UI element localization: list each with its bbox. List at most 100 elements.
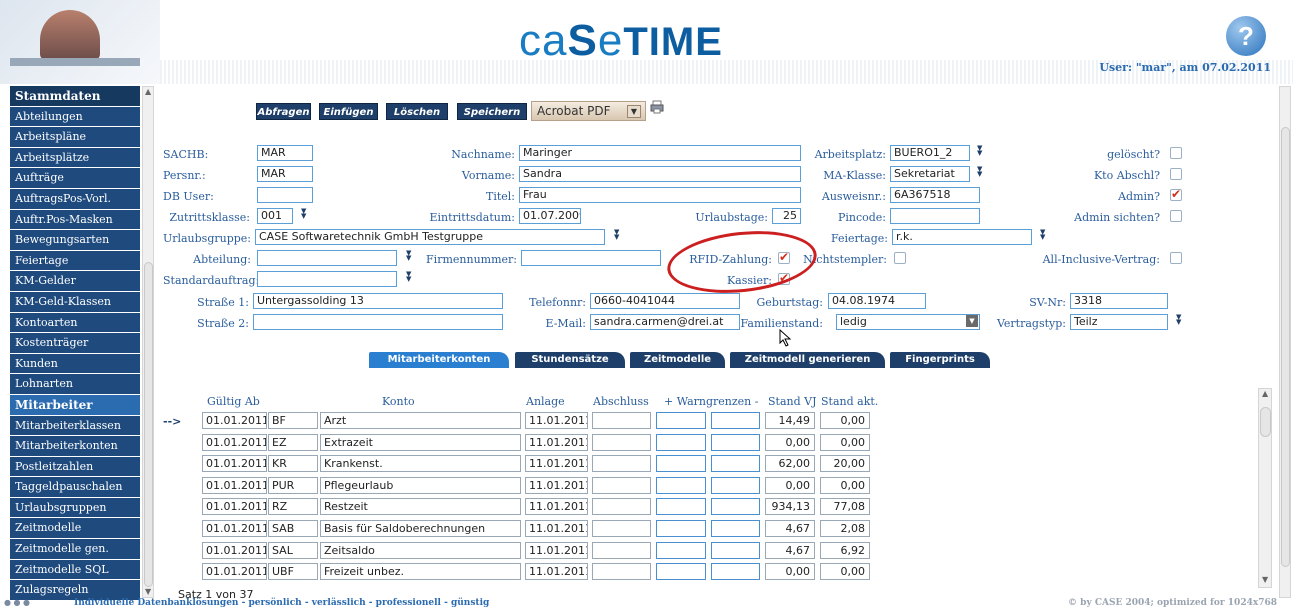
svnr-field[interactable]: 3318	[1070, 293, 1168, 309]
sidebar-item[interactable]: Zeitmodelle SQL	[10, 559, 140, 581]
sidebar-item[interactable]: KM-Gelder	[10, 271, 140, 292]
sidebar-item[interactable]: Kostenträger	[10, 333, 140, 354]
feiertage-field[interactable]: r.k.	[892, 229, 1032, 245]
loeschen-button[interactable]: Löschen	[386, 103, 448, 120]
konto-name-cell[interactable]: Pflegeurlaub	[320, 476, 521, 494]
konto-name-cell[interactable]: Krankenst.	[320, 455, 521, 473]
tab-stundens-tze[interactable]: Stundensätze	[515, 352, 625, 368]
pincode-field[interactable]	[890, 208, 980, 224]
abschluss-cell[interactable]	[592, 498, 651, 516]
vorname-field[interactable]: Sandra	[519, 166, 801, 182]
page-scroll-thumb[interactable]	[1281, 127, 1290, 567]
dbuser-field[interactable]	[257, 187, 313, 203]
zutritt-dropdown-icon[interactable]: ▼ ▼	[301, 208, 306, 220]
familienstand-field[interactable]: ledig	[836, 314, 980, 330]
anlage-cell[interactable]: 11.01.2011	[525, 541, 588, 559]
sidebar-item[interactable]: Abteilungen	[10, 106, 140, 128]
warngrenze-plus-cell[interactable]	[656, 520, 706, 537]
urlaubsgruppe-dropdown-icon[interactable]: ▼ ▼	[614, 229, 619, 241]
warngrenze-plus-cell[interactable]	[656, 412, 706, 429]
konto-code-cell[interactable]: PUR	[268, 476, 318, 494]
sidebar-item[interactable]: Auftr.Pos-Masken	[10, 209, 140, 231]
scroll-down-arrow-icon[interactable]: ▼	[145, 587, 151, 596]
maklasse-field[interactable]: Sekretariat	[890, 166, 970, 182]
anlage-cell[interactable]: 11.01.2011	[525, 563, 588, 581]
abschluss-cell[interactable]	[592, 433, 651, 451]
anlage-cell[interactable]: 11.01.2011	[525, 455, 588, 473]
einfuegen-button[interactable]: Einfügen	[319, 103, 378, 120]
konto-code-cell[interactable]: RZ	[268, 498, 318, 516]
abfragen-button[interactable]: Abfragen	[256, 103, 311, 120]
sidebar-item[interactable]: Bewegungsarten	[10, 230, 140, 251]
nachname-field[interactable]: Maringer	[519, 145, 801, 161]
anlage-cell[interactable]: 11.01.2011	[525, 412, 588, 429]
arbeitsplatz-dropdown-icon[interactable]: ▼ ▼	[977, 145, 982, 157]
anlage-cell[interactable]: 11.01.2011	[525, 476, 588, 494]
warngrenze-minus-cell[interactable]	[711, 498, 760, 516]
warngrenze-minus-cell[interactable]	[711, 476, 760, 494]
page-scrollbar[interactable]	[1279, 86, 1291, 598]
abschluss-cell[interactable]	[592, 563, 651, 581]
sidebar-item[interactable]: Mitarbeiterklassen	[10, 415, 140, 437]
gueltig-ab-cell[interactable]: 01.01.2011	[202, 412, 267, 429]
gueltig-ab-cell[interactable]: 01.01.2011	[202, 563, 267, 581]
konto-code-cell[interactable]: BF	[268, 412, 318, 429]
titel-field[interactable]: Frau	[519, 187, 801, 203]
sidebar-item[interactable]: Taggeldpauschalen	[10, 477, 140, 498]
warngrenze-minus-cell[interactable]	[711, 455, 760, 473]
sidebar-item[interactable]: Zeitmodelle	[10, 518, 140, 540]
urlaubsgruppe-field[interactable]: CASE Softwaretechnik GmbH Testgruppe	[255, 229, 605, 245]
tab-mitarbeiterkonten[interactable]: Mitarbeiterkonten	[369, 352, 509, 368]
konto-name-cell[interactable]: Extrazeit	[320, 433, 521, 451]
help-icon[interactable]: ?	[1226, 16, 1266, 56]
sidebar-item[interactable]: Mitarbeiterkonten	[10, 436, 140, 457]
warngrenze-plus-cell[interactable]	[656, 563, 706, 581]
nichtstempler-checkbox[interactable]	[894, 252, 906, 264]
warngrenze-minus-cell[interactable]	[711, 541, 760, 559]
warngrenze-minus-cell[interactable]	[711, 412, 760, 429]
sidebar-item[interactable]: Kunden	[10, 353, 140, 375]
sidebar-item[interactable]: Arbeitspläne	[10, 127, 140, 148]
sidebar-scrollbar[interactable]: ▲ ▼	[142, 86, 154, 598]
sidebar-item[interactable]: Arbeitsplätze	[10, 147, 140, 169]
anlage-cell[interactable]: 11.01.2011	[525, 498, 588, 516]
tab-zeitmodelle[interactable]: Zeitmodelle	[630, 352, 725, 368]
warngrenze-minus-cell[interactable]	[711, 520, 760, 537]
allinclusive-checkbox[interactable]	[1170, 252, 1182, 264]
warngrenze-plus-cell[interactable]	[656, 498, 706, 516]
sidebar-item[interactable]: Mitarbeiter	[10, 394, 140, 416]
geburtstag-field[interactable]: 04.08.1974	[828, 293, 926, 309]
konto-code-cell[interactable]: UBF	[268, 563, 318, 581]
gueltig-ab-cell[interactable]: 01.01.2011	[202, 541, 267, 559]
gueltig-ab-cell[interactable]: 01.01.2011	[202, 520, 267, 537]
sidebar-item[interactable]: Postleitzahlen	[10, 456, 140, 478]
chevron-down-icon[interactable]: ▼	[627, 105, 641, 118]
konto-code-cell[interactable]: KR	[268, 455, 318, 473]
maklasse-dropdown-icon[interactable]: ▼ ▼	[977, 166, 982, 178]
firmennummer-field[interactable]	[521, 250, 661, 266]
standardauftrag-dropdown-icon[interactable]: ▼ ▼	[406, 271, 411, 283]
scroll-up-arrow-icon[interactable]: ▲	[145, 87, 151, 96]
tab-fingerprints[interactable]: Fingerprints	[890, 352, 990, 368]
urlaubstage-field[interactable]: 25	[772, 208, 801, 224]
abschluss-cell[interactable]	[592, 520, 651, 537]
sidebar-scroll-thumb[interactable]	[144, 262, 153, 587]
familienstand-chevron-down-icon[interactable]: ▼	[966, 315, 978, 327]
vertragstyp-dropdown-icon[interactable]: ▼ ▼	[1176, 314, 1181, 326]
table-scroll-up-icon[interactable]: ▲	[1262, 389, 1268, 398]
sidebar-item[interactable]: Feiertage	[10, 250, 140, 272]
sidebar-item[interactable]: Aufträge	[10, 168, 140, 189]
abschluss-cell[interactable]	[592, 412, 651, 429]
table-scrollbar[interactable]: ▲ ▼	[1258, 388, 1272, 588]
admin-checkbox[interactable]	[1170, 187, 1182, 201]
konto-name-cell[interactable]: Basis für Saldoberechnungen	[320, 520, 521, 537]
konto-name-cell[interactable]: Zeitsaldo	[320, 541, 521, 559]
telefon-field[interactable]: 0660-4041044	[590, 293, 740, 309]
warngrenze-plus-cell[interactable]	[656, 476, 706, 494]
sidebar-item[interactable]: Lohnarten	[10, 374, 140, 395]
konto-name-cell[interactable]: Freizeit unbez.	[320, 563, 521, 581]
geloescht-checkbox[interactable]	[1170, 147, 1182, 159]
warngrenze-plus-cell[interactable]	[656, 455, 706, 473]
abschluss-cell[interactable]	[592, 541, 651, 559]
abschluss-cell[interactable]	[592, 455, 651, 473]
